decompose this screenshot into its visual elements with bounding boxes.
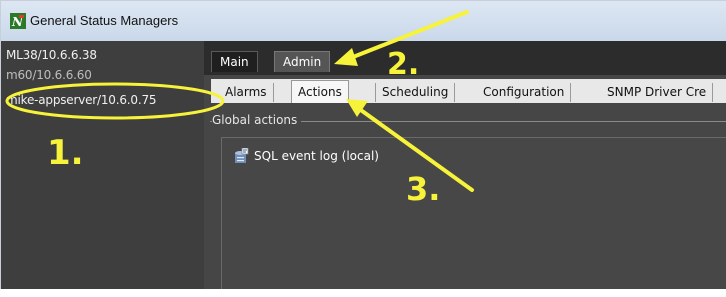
step-2-callout: 2.	[387, 47, 420, 82]
device-list: ML38/10.6.6.38 m60/10.6.6.60 mike-appser…	[1, 41, 204, 289]
title-bar: N General Status Managers	[1, 1, 726, 41]
device-item-mike-appserver[interactable]: mike-appserver/10.6.0.75	[6, 93, 157, 107]
tab-main[interactable]: Main	[211, 51, 258, 72]
global-actions-label: Global actions	[212, 113, 302, 127]
tab-alarms[interactable]: Alarms	[219, 83, 274, 102]
step-1-callout: 1.	[47, 133, 84, 173]
tab-configuration[interactable]: Configuration	[477, 83, 572, 102]
actions-list: SQL event log (local)	[221, 137, 726, 289]
tab-actions[interactable]: Actions	[291, 80, 349, 103]
action-label: SQL event log (local)	[254, 149, 379, 163]
tab-snmp-driver-creator[interactable]: SNMP Driver Cre	[601, 83, 714, 102]
main-panel: Main Admin Alarms Actions Scheduling Con…	[204, 41, 726, 289]
device-item-m60[interactable]: m60/10.6.6.60	[6, 68, 92, 82]
sub-tab-bar: Alarms Actions Scheduling Configuration …	[211, 79, 726, 103]
step-3-callout: 3.	[406, 170, 441, 208]
top-tab-bar: Main Admin	[204, 41, 726, 75]
database-action-icon	[235, 148, 249, 163]
tab-scheduling[interactable]: Scheduling	[375, 83, 456, 102]
window-title: General Status Managers	[30, 13, 179, 28]
device-item-ml38[interactable]: ML38/10.6.6.38	[6, 48, 97, 62]
gsm-app-icon: N	[10, 13, 26, 29]
gsm-window: N General Status Managers ML38/10.6.6.38…	[0, 0, 726, 289]
tab-admin[interactable]: Admin	[274, 51, 331, 72]
